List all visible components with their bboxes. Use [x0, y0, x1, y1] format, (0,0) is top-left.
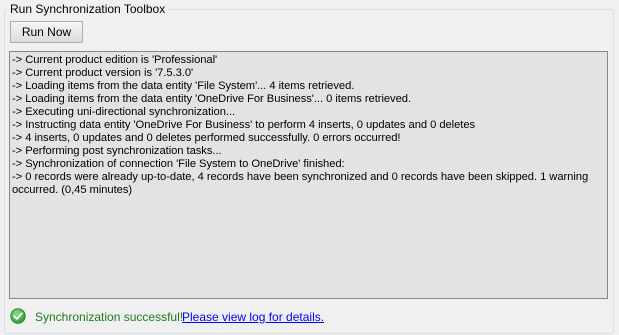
- log-output[interactable]: -> Current product edition is 'Professio…: [9, 51, 608, 299]
- log-line: -> Synchronization of connection 'File S…: [12, 158, 345, 170]
- log-line: -> Executing uni-directional synchroniza…: [12, 106, 236, 118]
- status-bar: Synchronization successful! Please view …: [10, 308, 610, 326]
- run-now-button[interactable]: Run Now: [10, 21, 83, 43]
- sync-toolbox-window: Run Synchronization Toolbox Run Now -> C…: [0, 0, 619, 335]
- status-message: Synchronization successful!: [35, 310, 184, 324]
- log-line: -> Loading items from the data entity 'F…: [12, 80, 355, 92]
- view-log-link[interactable]: Please view log for details.: [182, 310, 324, 324]
- groupbox-title: Run Synchronization Toolbox: [7, 2, 169, 16]
- check-circle-icon: [10, 308, 26, 324]
- log-line: -> Loading items from the data entity 'O…: [12, 93, 412, 105]
- log-line: -> 0 records were already up-to-date, 4 …: [12, 171, 592, 196]
- log-line: -> Current product edition is 'Professio…: [12, 54, 218, 66]
- log-line: -> Instructing data entity 'OneDrive For…: [12, 119, 476, 131]
- log-line: -> Current product version is '7.5.3.0': [12, 67, 194, 79]
- log-line: -> Performing post synchronization tasks…: [12, 145, 222, 157]
- log-line: -> 4 inserts, 0 updates and 0 deletes pe…: [12, 132, 401, 144]
